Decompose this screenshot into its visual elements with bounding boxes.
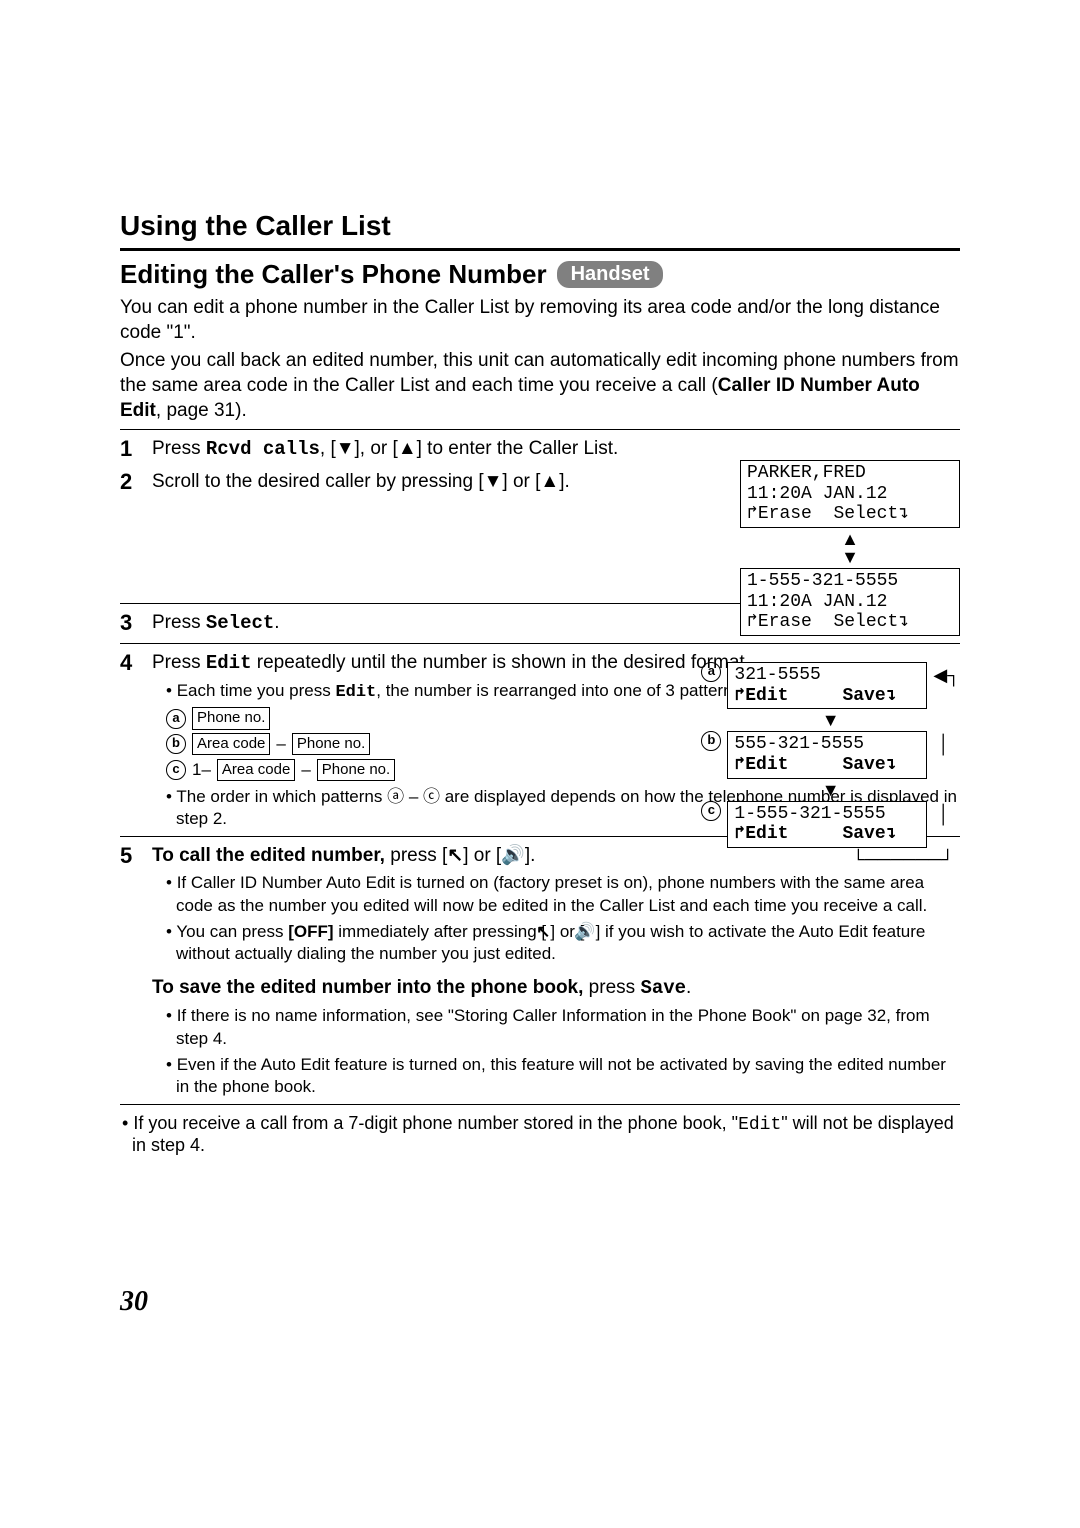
step-5-num: 5	[120, 843, 142, 869]
rule-thick	[120, 248, 960, 251]
down-arrow-2-icon: ▼	[701, 781, 960, 799]
s5-l2: ] or [	[463, 845, 501, 866]
circled-a-icon: a	[166, 709, 186, 729]
s4-b: repeatedly until the number is shown in …	[251, 652, 750, 673]
lcd-c-label-icon: c	[701, 801, 721, 821]
pattern-b-phone: Phone no.	[292, 733, 370, 755]
handset-badge: Handset	[557, 261, 664, 288]
intro-2c: , page 31).	[156, 400, 247, 421]
s1-b: , [▼], or [▲] to enter the Caller List.	[320, 438, 618, 459]
pattern-c-phone: Phone no.	[317, 759, 395, 781]
lcd-caller-name: PARKER,FRED 11:20A JAN.12 ↱Erase Select↴	[740, 460, 960, 528]
loop-return-icon: └──────┘	[701, 850, 960, 868]
s4-code: Edit	[206, 652, 252, 674]
s5-save-lead: To save the edited number into the phone…	[152, 975, 960, 1002]
page-number: 30	[120, 1286, 148, 1318]
step-4-screens: a 321-5555 ↱Edit Save↴ ◀┐ ▼ b 555-321-55…	[701, 662, 960, 870]
lcd-edit-a: 321-5555 ↱Edit Save↴	[727, 662, 927, 709]
section-title: Using the Caller List	[120, 210, 960, 242]
s1-code: Rcvd calls	[206, 438, 320, 460]
s5-bullet1: • If Caller ID Number Auto Edit is turne…	[166, 872, 960, 916]
rule-thin-5	[120, 1104, 960, 1105]
circled-b-icon: b	[166, 734, 186, 754]
step-4-num: 4	[120, 650, 142, 676]
s3-b: .	[274, 612, 279, 633]
speaker-icon: 🔊	[501, 843, 525, 869]
pattern-c-prefix: 1–	[192, 759, 211, 782]
loop-arrow-icon: ◀┐	[933, 662, 960, 684]
pattern-b-area: Area code	[192, 733, 270, 755]
loop-line-2-icon: │	[933, 801, 949, 823]
lcd-edit-c: 1-555-321-5555 ↱Edit Save↴	[727, 801, 927, 848]
speaker-icon-2: 🔊	[584, 921, 595, 943]
s5-l3: ].	[525, 845, 536, 866]
lcd-b-label-icon: b	[701, 731, 721, 751]
loop-line-icon: │	[933, 731, 949, 753]
updown-arrow-icon: ▲▼	[740, 530, 960, 566]
rule-thin	[120, 429, 960, 430]
s5-save-b2: • Even if the Auto Edit feature is turne…	[166, 1054, 960, 1098]
lcd-edit-b: 555-321-5555 ↱Edit Save↴	[727, 731, 927, 778]
step-5-body: To call the edited number, press [↖] or …	[152, 843, 960, 1098]
s5-save-b1: • If there is no name information, see "…	[166, 1005, 960, 1049]
s5-lead: To call the edited number,	[152, 845, 385, 866]
intro-text-2: Once you call back an edited number, thi…	[120, 349, 960, 423]
step-1-num: 1	[120, 436, 142, 462]
footnote: • If you receive a call from a 7-digit p…	[120, 1113, 960, 1156]
rule-thin-3	[120, 643, 960, 644]
s4-a: Press	[152, 652, 206, 673]
step-2-screens: PARKER,FRED 11:20A JAN.12 ↱Erase Select↴…	[740, 460, 960, 636]
down-arrow-icon: ▼	[701, 711, 960, 729]
talk-icon: ↖	[447, 843, 463, 869]
lcd-a-label-icon: a	[701, 662, 721, 682]
s5-bullet2: • You can press [OFF] immediately after …	[166, 921, 960, 965]
s3-a: Press	[152, 612, 206, 633]
step-5: 5 To call the edited number, press [↖] o…	[120, 843, 960, 1098]
s5-l1: press [	[385, 845, 447, 866]
s1-a: Press	[152, 438, 206, 459]
step-2-num: 2	[120, 469, 142, 495]
step-3-num: 3	[120, 610, 142, 636]
s3-code: Select	[206, 612, 274, 634]
intro-text-1: You can edit a phone number in the Calle…	[120, 296, 960, 345]
lcd-caller-number: 1-555-321-5555 11:20A JAN.12 ↱Erase Sele…	[740, 568, 960, 636]
subtitle: Editing the Caller's Phone Number	[120, 259, 547, 290]
pattern-a-phone: Phone no.	[192, 707, 270, 729]
circled-c-icon: c	[166, 760, 186, 780]
pattern-c-area: Area code	[217, 759, 295, 781]
